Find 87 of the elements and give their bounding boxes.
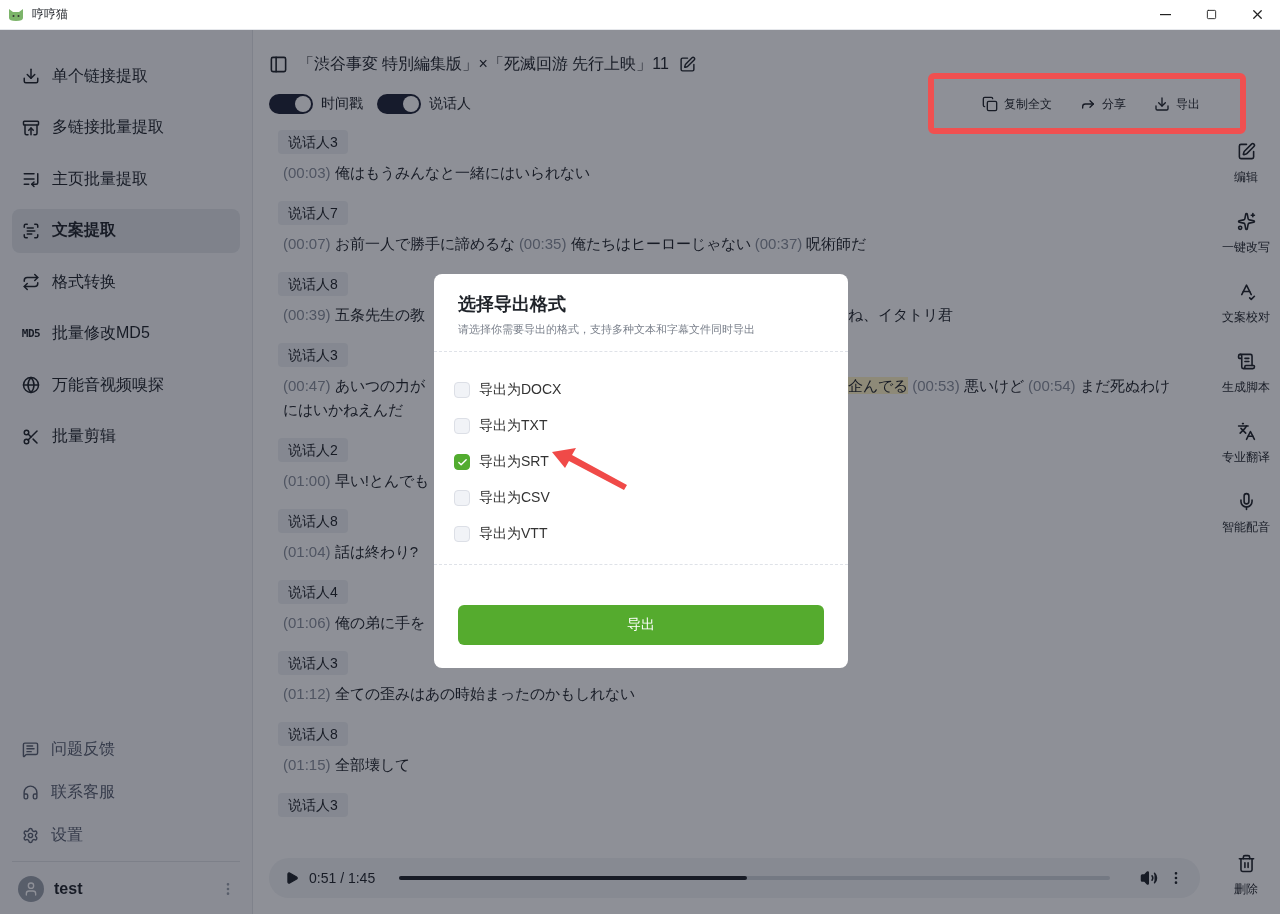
transcript-line: (01:06) 俺の弟に手を [283, 613, 425, 633]
sidebar-item[interactable]: 多链接批量提取 [12, 105, 240, 150]
sidebar-item[interactable]: 文案提取 [12, 208, 240, 253]
speaker-tag: 说话人3 [278, 130, 348, 154]
speaker-tag: 说话人2 [278, 438, 348, 462]
repeat-icon [22, 273, 40, 291]
md5-icon: MD5 [21, 327, 41, 340]
toggle-switch[interactable] [269, 94, 313, 114]
tool-button[interactable]: 智能配音 [1222, 492, 1270, 536]
transcript-line: (00:47) あいつの力が [283, 376, 425, 396]
toolbar-button[interactable]: 复制全文 [982, 95, 1052, 113]
pen-icon [1236, 142, 1256, 161]
volume-icon[interactable] [1140, 869, 1158, 887]
translate-icon [1236, 422, 1256, 441]
progress-track[interactable] [399, 876, 1110, 880]
scissors-icon [22, 427, 40, 446]
tool-button[interactable]: 编辑 [1234, 142, 1258, 186]
sidebar-link[interactable]: 问题反馈 [12, 732, 240, 766]
transcript-line: (00:07) お前一人で勝手に諦めるな (00:35) 俺たちはヒーローじゃない (00:37) 呪術師だ [283, 234, 867, 254]
transcript-line: (01:00) 早い!とんでも [283, 471, 429, 491]
minimize-icon [1159, 13, 1171, 16]
message-icon [22, 740, 39, 758]
toggle-switch[interactable] [377, 94, 421, 114]
transcript-line: にはいかねえんだ [283, 400, 403, 420]
transcript-line: (01:12) 全ての歪みはあの時始まったのかもしれない [283, 684, 635, 704]
check-icon [456, 456, 468, 468]
speaker-tag: 说话人3 [278, 793, 348, 817]
dialog-title: 选择导出格式 [458, 293, 567, 316]
sidebar-item[interactable]: 单个链接提取 [12, 54, 240, 98]
toolbar-button[interactable]: 导出 [1154, 95, 1200, 113]
speaker-tag: 说话人8 [278, 272, 348, 296]
speaker-tag: 说话人8 [278, 722, 348, 746]
option-label: 导出为SRT [479, 453, 549, 471]
sidebar-toggle-icon[interactable] [269, 54, 288, 74]
copy-icon [982, 96, 998, 112]
speaker-tag: 说话人4 [278, 580, 348, 604]
download-icon [1154, 96, 1170, 112]
sidebar-item[interactable]: 主页批量提取 [12, 157, 240, 201]
toggle-label: 说话人 [429, 95, 471, 113]
speaker-tag: 说话人3 [278, 343, 348, 367]
download-icon [22, 67, 40, 85]
settings-icon [22, 826, 39, 844]
scan-text-icon [22, 221, 40, 240]
user-name: test [54, 880, 84, 898]
dialog-subtitle: 请选择你需要导出的格式，支持多种文本和字幕文件同时导出 [458, 322, 756, 337]
sparkles-icon [1236, 212, 1256, 231]
playback-time: 0:51 / 1:45 [309, 870, 376, 886]
document-title: 「渋谷事変 特別編集版」×「死滅回游 先行上映」11 [298, 53, 669, 74]
export-button[interactable]: 导出 [458, 605, 824, 645]
speaker-tag: 说话人8 [278, 509, 348, 533]
delete-button[interactable]: 删除 [1234, 854, 1258, 898]
avatar-icon [18, 876, 44, 902]
tool-button[interactable]: 专业翻译 [1222, 422, 1270, 466]
sidebar-link[interactable]: 联系客服 [12, 775, 240, 809]
option-label: 导出为TXT [479, 417, 548, 435]
sidebar-item[interactable]: 格式转换 [12, 260, 240, 304]
app-title: 哼哼猫 [32, 6, 69, 23]
tool-button[interactable]: 生成脚本 [1222, 352, 1270, 396]
transcript-line: (00:39) 五条先生の教 [283, 305, 425, 325]
sidebar-item[interactable]: 万能音视频嗅探 [12, 363, 240, 407]
cat-logo-icon [8, 7, 24, 22]
sidebar-item[interactable]: MD5 批量修改MD5 [12, 311, 240, 356]
checkbox[interactable] [454, 454, 470, 470]
sidebar-link[interactable]: 设置 [12, 818, 240, 852]
option-label: 导出为DOCX [479, 381, 562, 399]
maximize-icon [1205, 9, 1217, 20]
transcript-line: (01:15) 全部壊して [283, 755, 410, 775]
list-arrow-icon [22, 170, 40, 188]
tool-button[interactable]: 文案校对 [1222, 282, 1270, 326]
speaker-tag: 说话人7 [278, 201, 348, 225]
globe-icon [22, 376, 40, 394]
option-label: 导出为VTT [479, 525, 548, 543]
option-label: 导出为CSV [479, 489, 550, 507]
edit-title-icon[interactable] [678, 55, 696, 73]
transcript-line: (00:03) 俺はもうみんなと一緒にはいられない [283, 163, 590, 183]
toggle-label: 时间戳 [321, 95, 363, 113]
trash-icon [1236, 854, 1256, 873]
toolbar-button[interactable]: 分享 [1080, 95, 1126, 113]
document-lines-icon [1236, 352, 1256, 371]
sidebar-item[interactable]: 批量剪辑 [12, 414, 240, 459]
play-icon[interactable] [285, 871, 299, 885]
tool-button[interactable]: 一键改写 [1222, 212, 1270, 256]
transcript-line: ね、イタトリ君 [848, 305, 953, 325]
headphones-icon [22, 783, 39, 801]
speaker-tag: 说话人3 [278, 651, 348, 675]
transcript-line: (01:04) 話は終わり? [283, 542, 419, 562]
transcript-line: 企んでる (00:53) 悪いけど (00:54) まだ死ぬわけ [848, 376, 1170, 396]
